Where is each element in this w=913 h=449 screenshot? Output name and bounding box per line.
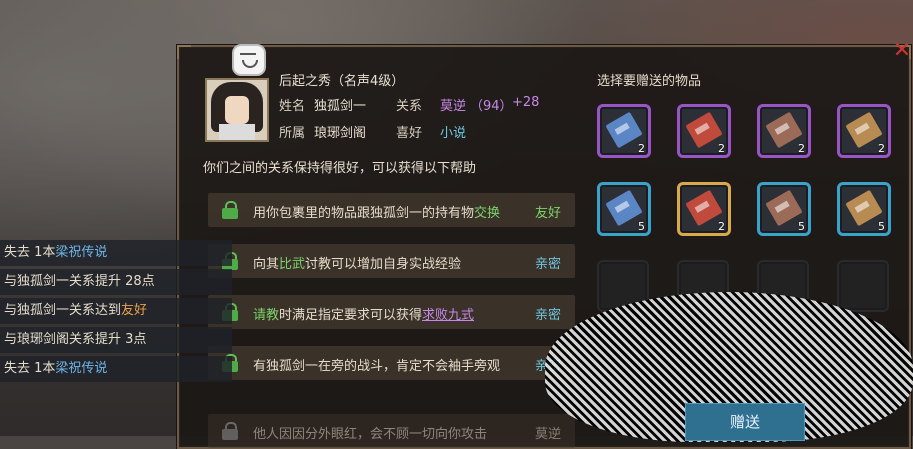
- item-quantity: 5: [798, 220, 805, 233]
- gift-item-slot-selected[interactable]: 2: [677, 182, 731, 236]
- chat-log-line: 失去 1本梁祝传说: [0, 240, 232, 266]
- relation-delta: +28: [512, 95, 540, 110]
- portrait-body: [219, 124, 255, 140]
- hobby-value: 小说: [440, 126, 467, 141]
- help-item-relation: 亲密: [534, 257, 561, 272]
- chat-log-line: 与独孤剑一关系提升 28点: [0, 269, 232, 295]
- help-item-relation: 友好: [534, 206, 561, 221]
- gift-item-slot[interactable]: 5: [757, 182, 811, 236]
- faction-value: 琅琊剑阁: [314, 126, 367, 141]
- unlock-icon: [222, 201, 238, 219]
- item-quantity: 5: [878, 220, 885, 233]
- item-quantity: 2: [718, 142, 725, 155]
- help-item-text: 向其比武讨教可以增加自身实战经验: [253, 257, 462, 272]
- help-item-text: 他人因因分外眼红，会不顾一切向你攻击: [253, 427, 488, 442]
- item-quantity: 2: [718, 220, 725, 233]
- portrait-face: [225, 96, 249, 124]
- item-quantity: 2: [878, 142, 885, 155]
- relationship-summary: 你们之间的关系保持得很好，可以获得以下帮助: [203, 161, 477, 176]
- relation-value: 莫逆: [440, 99, 467, 114]
- close-icon[interactable]: ✕: [892, 40, 912, 62]
- bubble-mouth: [242, 60, 258, 68]
- item-quantity: 2: [798, 142, 805, 155]
- chat-log-line: 与琅琊剑阁关系提升 3点: [0, 327, 232, 353]
- help-item-locked[interactable]: 他人因因分外眼红，会不顾一切向你攻击 莫逆: [208, 414, 575, 448]
- gift-item-slot[interactable]: 5: [837, 182, 891, 236]
- chat-log-line: 与独孤剑一关系达到友好: [0, 298, 232, 324]
- help-item-text: 有独孤剑一在旁的战斗，肯定不会袖手旁观: [253, 359, 501, 374]
- help-item-relation: 莫逆: [534, 427, 561, 442]
- item-quantity: 2: [638, 142, 645, 155]
- name-value: 独孤剑一: [314, 99, 367, 114]
- panel-corner: [177, 45, 191, 59]
- chat-log-line: 失去 1本梁祝传说: [0, 356, 232, 382]
- character-portrait: [205, 78, 269, 142]
- name-label: 姓名: [279, 99, 306, 114]
- help-item[interactable]: 请教时满足指定要求可以获得求败九式 亲密: [208, 295, 575, 329]
- help-item-text: 用你包裹里的物品跟独孤剑一的持有物交换: [253, 206, 501, 221]
- relation-points: （94）: [470, 99, 513, 114]
- gift-panel-title: 选择要赠送的物品: [597, 74, 702, 89]
- gift-item-slot[interactable]: 2: [677, 104, 731, 158]
- help-item[interactable]: 有独孤剑一在旁的战斗，肯定不会袖手旁观 亲密: [208, 346, 575, 380]
- gift-item-slot[interactable]: 2: [757, 104, 811, 158]
- help-item[interactable]: 向其比武讨教可以增加自身实战经验 亲密: [208, 244, 575, 278]
- gift-item-slot-empty[interactable]: [837, 260, 889, 312]
- help-item-text: 请教时满足指定要求可以获得求败九式: [253, 308, 475, 323]
- chat-bubble-icon[interactable]: [232, 44, 266, 76]
- skill-link[interactable]: 求败九式: [422, 308, 474, 323]
- help-item-relation: 亲密: [534, 308, 561, 323]
- bubble-eyes: [240, 53, 256, 58]
- relation-label: 关系: [396, 99, 423, 114]
- gift-button[interactable]: 赠送: [685, 403, 805, 441]
- gift-item-slot[interactable]: 2: [837, 104, 891, 158]
- character-title: 后起之秀（名声4级）: [279, 74, 405, 89]
- hobby-label: 喜好: [396, 126, 423, 141]
- gift-item-slot[interactable]: 5: [597, 182, 651, 236]
- item-quantity: 5: [638, 220, 645, 233]
- lock-icon: [222, 422, 238, 440]
- help-item[interactable]: 用你包裹里的物品跟独孤剑一的持有物交换 友好: [208, 193, 575, 227]
- faction-label: 所属: [279, 126, 306, 141]
- gift-item-slot[interactable]: 2: [597, 104, 651, 158]
